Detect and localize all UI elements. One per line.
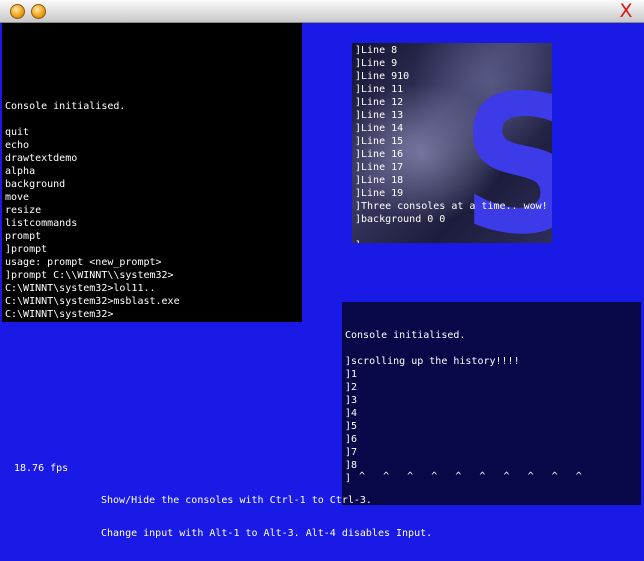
console-line: ]3 [345, 395, 358, 406]
help-text: Show/Hide the consoles with Ctrl-1 to Ct… [101, 473, 432, 561]
console-line: ]prompt C:\\WINNT\\system32> [5, 270, 174, 281]
console-line: alpha [5, 166, 36, 177]
fps-counter: 18.76 fps [14, 463, 69, 474]
console-line: background [5, 179, 66, 190]
console-line: ]7 [345, 447, 358, 458]
console-line: Console initialised. [5, 101, 126, 112]
console-line: ]4 [345, 408, 358, 419]
console-line: C:\WINNT\system32>msblast.exe [5, 296, 180, 307]
console-line: ]Line 18 [355, 175, 404, 186]
console-line: ]Line 11 [355, 84, 404, 95]
caret-row: ^ ^ ^ ^ ^ ^ ^ ^ ^ ^ [359, 471, 582, 482]
console-line: usage: prompt <new_prompt> [5, 257, 162, 268]
console-line: ]background 0 0 [355, 214, 446, 225]
console-line: ]2 [345, 382, 358, 393]
console-3-lines: Console initialised. ]scrolling up the hi… [345, 329, 641, 485]
window-titlebar: X [0, 0, 644, 23]
console-line: ]5 [345, 421, 358, 432]
console-line: ]Line 9 [355, 58, 398, 69]
render-area: Console initialised. quit echo drawtextdemo… [0, 23, 644, 539]
window-minimize-button[interactable] [10, 4, 25, 19]
console-line: resize [5, 205, 42, 216]
console-line: ]Line 13 [355, 110, 404, 121]
console-line: ]Line 16 [355, 149, 404, 160]
console-line: quit [5, 127, 30, 138]
help-line-2: Change input with Alt-1 to Alt-3. Alt-4 … [101, 528, 433, 539]
console-line: ]scrolling up the history!!!! [345, 356, 520, 367]
console-line: ]1 [345, 369, 358, 380]
console-line: ]Line 17 [355, 162, 404, 173]
console-2[interactable]: S ]Line 8]Line 9]Line 910]Line 11]Line 1… [352, 43, 552, 243]
console-1[interactable]: Console initialised. quit echo drawtextdemo… [2, 23, 302, 322]
window-close-button[interactable]: X [616, 1, 636, 21]
console-line: C:\WINNT\system32> [5, 309, 114, 320]
console-line: prompt [5, 231, 42, 242]
console-line: C:\WINNT\system32>lol11.. [5, 283, 156, 294]
console-line: ]Line 910 [355, 71, 410, 82]
console-line: drawtextdemo [5, 153, 78, 164]
console-line: listcommands [5, 218, 78, 229]
console-line: ]Line 14 [355, 123, 404, 134]
console-line: Console initialised. [345, 330, 466, 341]
console-2-lines: ]Line 8 ]Line 9 ]Line 910 ]Line 11 ]Line 12]… [355, 44, 552, 243]
console-line: ]Line 15 [355, 136, 404, 147]
console-line: ]Line 8 [355, 45, 398, 56]
console-line: ]Line 19 [355, 188, 404, 199]
help-line-1: Show/Hide the consoles with Ctrl-1 to Ct… [101, 495, 372, 506]
window-maximize-button[interactable] [31, 4, 46, 19]
console-line: echo [5, 140, 30, 151]
console-line: ] [355, 239, 552, 243]
console-line: move [5, 192, 30, 203]
console-line: ]Line 12 [355, 97, 404, 108]
console-line: ]Three consoles at a time.. wow! [355, 201, 548, 212]
console-line: ]prompt [5, 244, 48, 255]
console-1-lines: Console initialised. quit echo drawtextdemo… [5, 100, 302, 321]
console-line: ]6 [345, 434, 358, 445]
